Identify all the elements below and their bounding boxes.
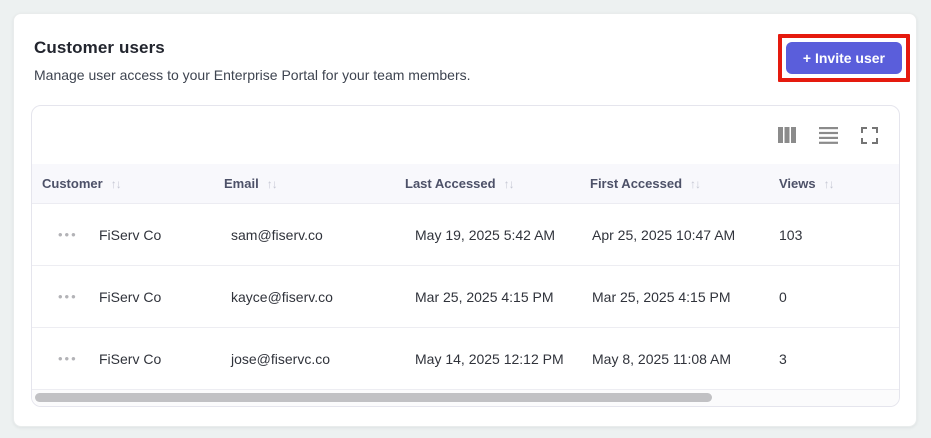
cell-last-accessed: May 19, 2025 5:42 AM	[415, 226, 556, 243]
fullscreen-icon[interactable]	[861, 126, 878, 144]
page-title: Customer users	[34, 38, 165, 57]
horizontal-scrollbar[interactable]	[32, 390, 899, 406]
sort-icon[interactable]: ↑↓	[504, 177, 515, 191]
sort-icon[interactable]: ↑↓	[690, 177, 701, 191]
cell-customer: FiServ Co	[99, 350, 162, 367]
sort-icon[interactable]: ↑↓	[267, 177, 278, 191]
table-row: ••• FiServ Co sam@fiserv.co May 19, 2025…	[32, 204, 899, 266]
cell-customer: FiServ Co	[99, 288, 162, 305]
users-table-card: Customer ↑↓ Email ↑↓ Last Accessed ↑↓ Fi…	[31, 105, 900, 407]
table-header-row: Customer ↑↓ Email ↑↓ Last Accessed ↑↓ Fi…	[32, 164, 899, 204]
cell-email: kayce@fiserv.co	[231, 288, 333, 305]
columns-icon[interactable]	[778, 127, 796, 143]
cell-customer: FiServ Co	[99, 226, 162, 243]
row-actions-menu-icon[interactable]: •••	[32, 351, 99, 366]
table-toolbar	[32, 106, 899, 164]
column-header-last-accessed[interactable]: Last Accessed ↑↓	[405, 176, 590, 191]
table-row: ••• FiServ Co kayce@fiserv.co Mar 25, 20…	[32, 266, 899, 328]
cell-views: 3	[779, 350, 787, 367]
cell-views: 103	[779, 226, 803, 243]
row-density-icon[interactable]	[819, 126, 838, 144]
column-header-views[interactable]: Views ↑↓	[779, 176, 899, 191]
column-header-email[interactable]: Email ↑↓	[224, 176, 405, 191]
cell-views: 0	[779, 288, 787, 305]
column-header-customer[interactable]: Customer ↑↓	[32, 176, 224, 191]
page-subtitle: Manage user access to your Enterprise Po…	[34, 67, 471, 83]
panel-header: Customer users Manage user access to you…	[14, 14, 916, 83]
cell-first-accessed: May 8, 2025 11:08 AM	[592, 350, 732, 367]
customer-users-panel: Customer users Manage user access to you…	[13, 13, 917, 427]
cell-last-accessed: May 14, 2025 12:12 PM	[415, 350, 564, 367]
sort-icon[interactable]: ↑↓	[824, 177, 835, 191]
invite-user-button[interactable]: + Invite user	[785, 42, 902, 74]
cell-first-accessed: Apr 25, 2025 10:47 AM	[592, 226, 736, 243]
cell-email: jose@fiservc.co	[231, 350, 331, 367]
row-actions-menu-icon[interactable]: •••	[32, 227, 99, 242]
cell-email: sam@fiserv.co	[231, 226, 323, 243]
cell-last-accessed: Mar 25, 2025 4:15 PM	[415, 288, 554, 305]
highlight-annotation: + Invite user	[777, 34, 910, 82]
scrollbar-thumb[interactable]	[35, 393, 712, 402]
column-header-first-accessed[interactable]: First Accessed ↑↓	[590, 176, 779, 191]
sort-icon[interactable]: ↑↓	[111, 177, 122, 191]
row-actions-menu-icon[interactable]: •••	[32, 289, 99, 304]
cell-first-accessed: Mar 25, 2025 4:15 PM	[592, 288, 731, 305]
table-row: ••• FiServ Co jose@fiservc.co May 14, 20…	[32, 328, 899, 390]
